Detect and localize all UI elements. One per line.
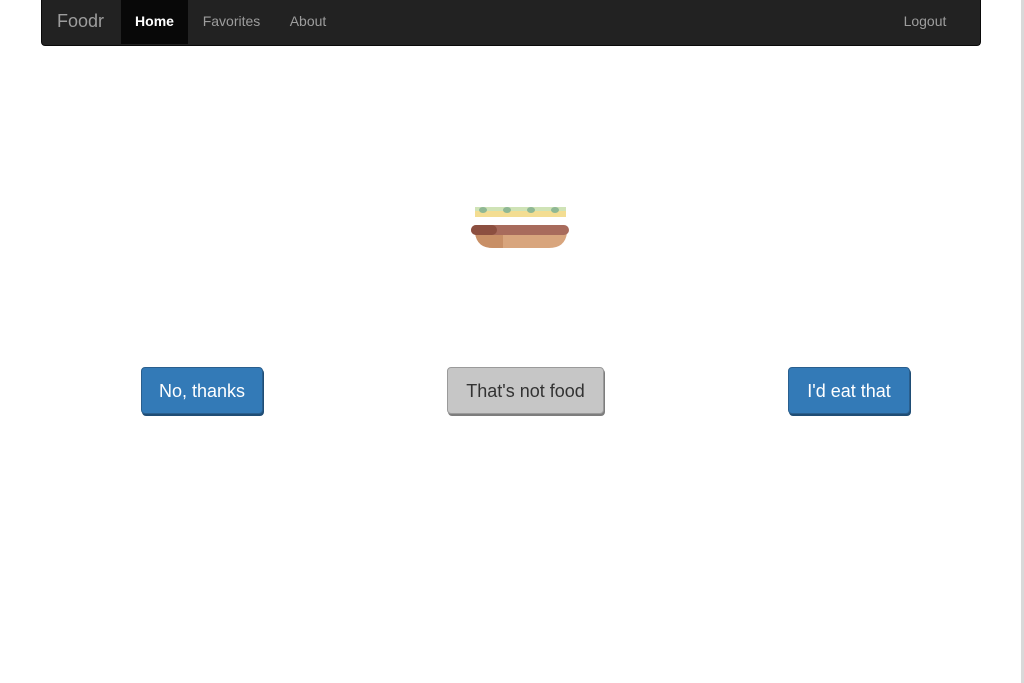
navbar: Foodr Home Favorites About Logout bbox=[41, 0, 981, 46]
not-food-button[interactable]: That's not food bbox=[447, 367, 604, 414]
nav-item-favorites[interactable]: Favorites bbox=[188, 0, 275, 44]
eat-that-button[interactable]: I'd eat that bbox=[788, 367, 910, 414]
page: Foodr Home Favorites About Logout No, th… bbox=[0, 0, 1024, 683]
food-image bbox=[469, 204, 571, 252]
brand-logo[interactable]: Foodr bbox=[57, 0, 104, 44]
nav-item-home[interactable]: Home bbox=[121, 0, 188, 44]
sandwich-icon bbox=[471, 207, 569, 248]
no-thanks-button[interactable]: No, thanks bbox=[141, 367, 263, 414]
nav-item-about[interactable]: About bbox=[275, 0, 341, 44]
logout-link[interactable]: Logout bbox=[900, 0, 950, 44]
